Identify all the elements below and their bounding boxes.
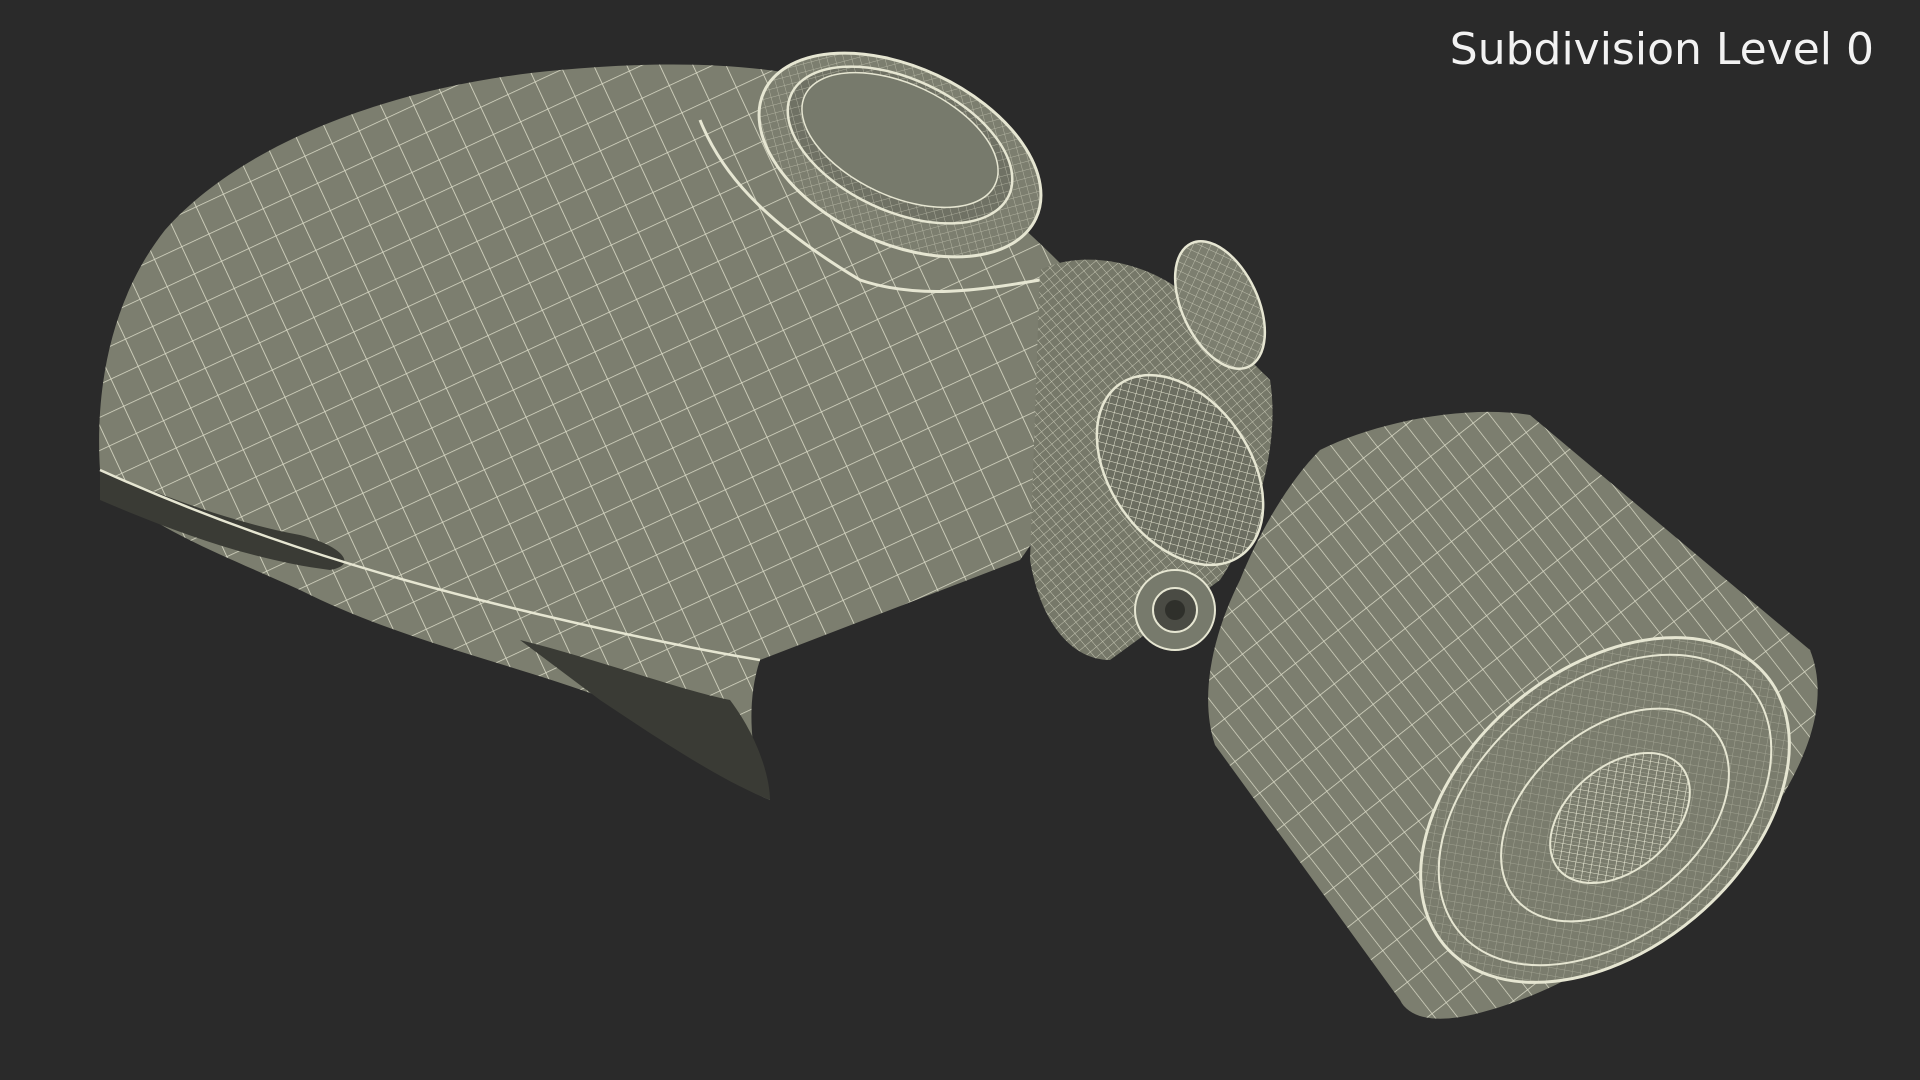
subdivision-level-label: Subdivision Level 0 — [1449, 24, 1874, 75]
gas-mask-wireframe-render — [99, 51, 1818, 1019]
render-viewport: Subdivision Level 0 — [0, 0, 1920, 1080]
